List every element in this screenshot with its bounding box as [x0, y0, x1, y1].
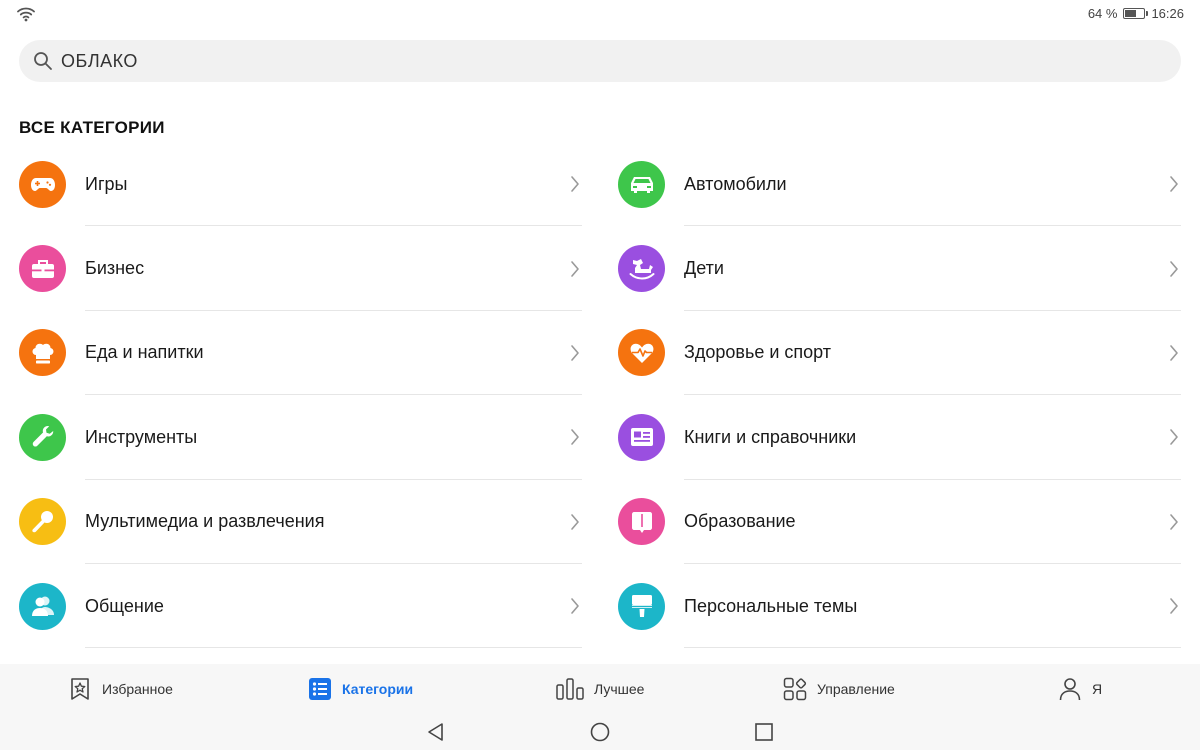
- star-bookmark-icon: [71, 678, 89, 700]
- book-reference-icon: [630, 428, 653, 447]
- heart-pulse-icon: [630, 343, 653, 363]
- category-label: Инструменты: [85, 426, 198, 447]
- category-label: Книги и справочники: [684, 426, 857, 447]
- category-icon-badge: [19, 582, 66, 630]
- category-icon-badge: [19, 160, 66, 208]
- car-icon: [630, 177, 653, 194]
- chevron-right-icon: [1170, 176, 1178, 192]
- clock: 16:26: [1151, 6, 1184, 21]
- category-item[interactable]: Игры: [19, 142, 582, 227]
- chevron-right-icon: [1170, 598, 1178, 614]
- category-icon-badge: [618, 329, 665, 377]
- contacts-icon: [31, 596, 54, 617]
- nav-categories-label: Категории: [342, 681, 414, 697]
- category-item[interactable]: Книги и справочники: [618, 395, 1181, 480]
- category-icon-badge: [618, 245, 665, 293]
- category-label: Игры: [85, 173, 128, 194]
- category-label: Общение: [85, 595, 164, 616]
- briefcase-icon: [31, 259, 54, 278]
- category-label: Мультимедиа и развлечения: [85, 511, 325, 532]
- category-list-right: Автомобили Дети Здоровье и спорт Книги и сп…: [618, 142, 1181, 649]
- category-item[interactable]: Еда и напитки: [19, 311, 582, 396]
- category-icon-badge: [19, 329, 66, 377]
- category-item[interactable]: Автомобили: [618, 142, 1181, 227]
- gamepad-icon: [30, 178, 55, 192]
- category-label: Автомобили: [684, 173, 787, 194]
- status-right: 64 % 16:26: [1088, 6, 1184, 21]
- recents-icon[interactable]: [753, 721, 775, 743]
- nav-top[interactable]: Лучшее: [556, 664, 644, 714]
- apps-grid-icon: [783, 677, 807, 701]
- divider: [684, 647, 1181, 649]
- category-item[interactable]: Инструменты: [19, 395, 582, 480]
- paint-brush-icon: [631, 595, 652, 618]
- battery-fill: [1125, 10, 1137, 17]
- category-item[interactable]: Здоровье и спорт: [618, 311, 1181, 396]
- back-icon[interactable]: [425, 721, 447, 743]
- category-label: Еда и напитки: [85, 342, 204, 363]
- category-icon-badge: [19, 245, 66, 293]
- battery-percent: 64 %: [1087, 6, 1118, 21]
- rocking-horse-icon: [629, 258, 654, 280]
- category-list-icon: [309, 678, 331, 700]
- category-label: Дети: [684, 258, 724, 279]
- category-list-left: Игры Бизнес Еда и напитки Инструменты Мульти…: [19, 142, 582, 649]
- category-item[interactable]: Бизнес: [19, 226, 582, 311]
- nav-favorites-label: Избранное: [102, 681, 173, 697]
- chef-hat-icon: [32, 343, 53, 364]
- category-item[interactable]: Персональные темы: [618, 564, 1181, 649]
- nav-profile-label: Я: [1092, 681, 1103, 697]
- nav-profile[interactable]: Я: [1058, 664, 1102, 714]
- category-item[interactable]: Мультимедиа и развлечения: [19, 480, 582, 564]
- chevron-right-icon: [571, 598, 579, 614]
- battery-icon: [1123, 8, 1149, 19]
- search-input[interactable]: [61, 50, 1061, 72]
- category-icon-badge: [19, 498, 66, 546]
- bar-chart-icon: [556, 678, 584, 700]
- category-icon-badge: [618, 498, 665, 546]
- nav-categories[interactable]: Категории: [308, 664, 413, 714]
- category-label: Персональные темы: [684, 595, 858, 616]
- search-icon: [34, 52, 52, 70]
- category-label: Бизнес: [85, 258, 145, 279]
- chevron-right-icon: [571, 513, 579, 530]
- chevron-right-icon: [571, 429, 579, 446]
- category-item[interactable]: Дети: [618, 226, 1181, 311]
- search-bar[interactable]: [19, 40, 1181, 82]
- open-book-icon: [631, 511, 652, 533]
- nav-top-label: Лучшее: [594, 681, 645, 697]
- bottom-nav: Избранное Категории Лучшее Управление Я: [0, 664, 1200, 714]
- chevron-right-icon: [571, 176, 579, 192]
- section-title: ВСЕ КАТЕГОРИИ: [19, 118, 165, 137]
- nav-manage[interactable]: Управление: [783, 664, 895, 714]
- chevron-right-icon: [1170, 260, 1178, 277]
- status-bar: 64 % 16:26: [0, 0, 1200, 30]
- category-item[interactable]: Общение: [19, 564, 582, 649]
- chevron-right-icon: [1170, 345, 1178, 361]
- chevron-right-icon: [1170, 429, 1178, 446]
- chevron-right-icon: [571, 260, 579, 277]
- home-icon[interactable]: [589, 721, 611, 743]
- microphone-icon: [31, 510, 53, 533]
- nav-manage-label: Управление: [817, 681, 895, 697]
- category-icon-badge: [19, 413, 66, 461]
- category-label: Здоровье и спорт: [684, 342, 832, 363]
- divider: [85, 647, 582, 649]
- chevron-right-icon: [571, 345, 579, 361]
- category-label: Образование: [684, 511, 796, 532]
- category-icon-badge: [618, 413, 665, 461]
- nav-favorites[interactable]: Избранное: [68, 664, 173, 714]
- category-item[interactable]: Образование: [618, 480, 1181, 564]
- category-icon-badge: [618, 582, 665, 630]
- person-icon: [1059, 678, 1081, 701]
- wifi-icon: [17, 7, 35, 22]
- wrench-icon: [32, 426, 53, 447]
- system-nav-bar: [0, 714, 1200, 750]
- chevron-right-icon: [1170, 513, 1178, 530]
- category-icon-badge: [618, 160, 665, 208]
